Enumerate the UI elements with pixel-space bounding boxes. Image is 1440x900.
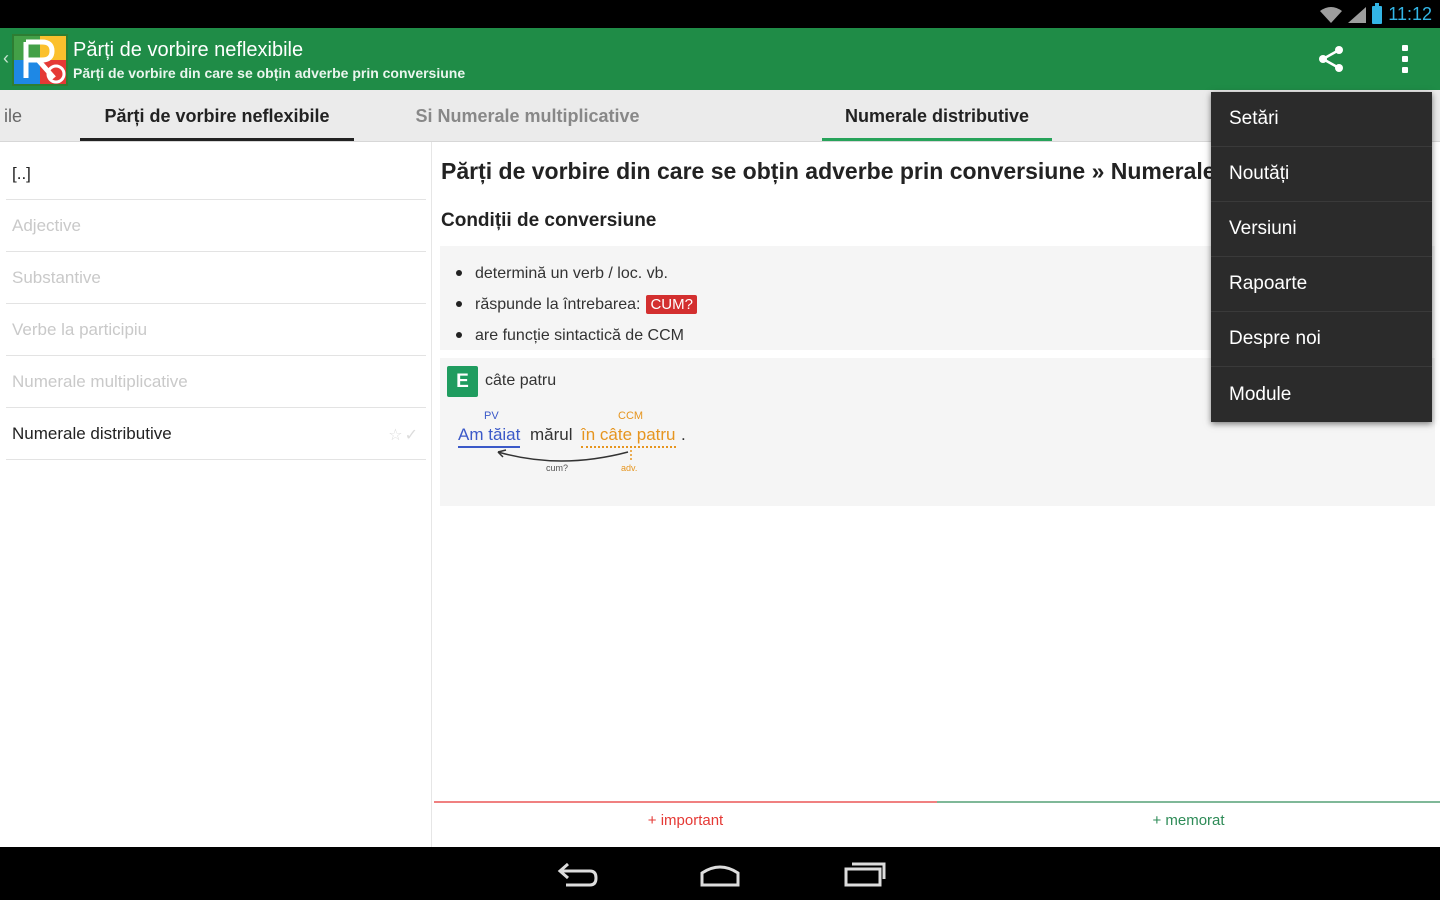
sentence-predicate: Am tăiat — [458, 425, 521, 448]
share-icon[interactable] — [1316, 44, 1346, 74]
tab-numerale-distributive[interactable]: Numerale distributive — [822, 90, 1052, 142]
overflow-menu-icon[interactable] — [1392, 42, 1418, 76]
arc-question-label: cum? — [546, 463, 569, 473]
home-nav-icon[interactable] — [696, 859, 744, 889]
list-item-numerale-multiplicative[interactable]: Numerale multiplicative — [6, 356, 426, 408]
adv-label: adv. — [621, 463, 638, 473]
mark-memorized-button[interactable]: + memorat — [937, 812, 1440, 829]
up-navigation-icon[interactable]: ‹ — [3, 48, 9, 69]
important-divider — [434, 801, 937, 803]
status-indicators: 11:12 — [1320, 2, 1432, 25]
status-bar: 11:12 — [0, 0, 1440, 28]
section-heading: Condiții de conversiune — [441, 210, 657, 231]
menu-item-versiuni[interactable]: Versiuni — [1211, 202, 1432, 257]
sentence-object: mărul — [530, 425, 573, 444]
menu-item-module[interactable]: Module — [1211, 367, 1432, 422]
cum-badge: CUM? — [646, 295, 697, 314]
tab-previous[interactable]: ile — [0, 90, 40, 142]
menu-item-rapoarte[interactable]: Rapoarte — [1211, 257, 1432, 312]
recents-nav-icon[interactable] — [840, 859, 888, 889]
example-badge: E — [447, 366, 478, 397]
ccm-tag: CCM — [618, 410, 644, 422]
signal-icon — [1348, 6, 1367, 23]
list-item-parent[interactable]: [..] — [6, 148, 426, 200]
menu-item-setari[interactable]: Setări — [1211, 92, 1432, 147]
battery-icon — [1372, 2, 1383, 24]
status-time: 11:12 — [1388, 4, 1432, 24]
tab-parti-de-vorbire[interactable]: Părți de vorbire neflexibile — [80, 90, 354, 142]
back-nav-icon[interactable] — [552, 859, 600, 889]
menu-item-despre-noi[interactable]: Despre noi — [1211, 312, 1432, 367]
tab-numerale-multiplicative[interactable]: Si Numerale multiplicative — [380, 90, 675, 142]
list-item-verbe-participiu[interactable]: Verbe la participiu — [6, 304, 426, 356]
condition-item: are funcție sintactică de CCM — [456, 320, 697, 351]
list-item-adjective[interactable]: Adjective — [6, 200, 426, 252]
memorat-divider — [937, 801, 1440, 803]
page-title: Părți de vorbire neflexibile — [73, 39, 304, 61]
action-bar: ‹ Părți de vorbire neflexibile Părți de … — [0, 28, 1440, 90]
app-logo-icon[interactable] — [12, 34, 68, 86]
mark-important-button[interactable]: + important — [434, 812, 937, 829]
sentence-period: . — [681, 425, 686, 444]
list-item-numerale-distributive[interactable]: Numerale distributive ☆✓ — [6, 408, 426, 460]
page-subtitle: Părți de vorbire din care se obțin adver… — [73, 65, 466, 81]
example-label: câte patru — [485, 372, 557, 389]
menu-item-noutati[interactable]: Noutăți — [1211, 147, 1432, 202]
condition-item: răspunde la întrebarea: CUM? — [456, 289, 697, 320]
list-item-label: Numerale distributive — [12, 423, 172, 443]
content-title: Părți de vorbire din care se obțin adver… — [441, 158, 1216, 184]
wifi-icon — [1320, 6, 1343, 23]
topic-list: [..] Adjective Substantive Verbe la part… — [0, 142, 432, 847]
overflow-menu: Setări Noutăți Versiuni Rapoarte Despre … — [1211, 92, 1432, 422]
system-nav-bar — [0, 847, 1440, 900]
list-item-substantive[interactable]: Substantive — [6, 252, 426, 304]
pv-tag: PV — [484, 410, 499, 422]
condition-item: determină un verb / loc. vb. — [456, 258, 697, 289]
star-check-icon: ☆✓ — [388, 427, 420, 444]
sentence-adverbial: în câte patru — [581, 425, 676, 448]
conditions-list: determină un verb / loc. vb. răspunde la… — [456, 258, 697, 351]
